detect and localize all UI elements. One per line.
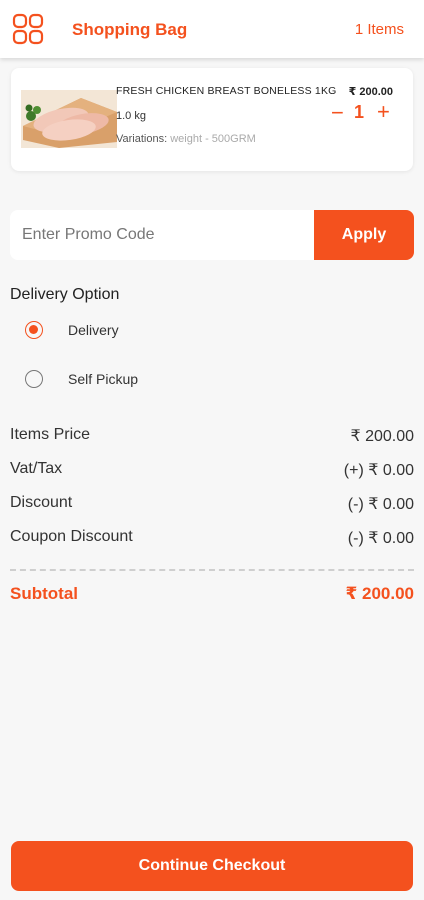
decrease-quantity-button[interactable]: − [331,102,344,124]
product-price: ₹ 200.00 [348,86,393,98]
radio-selected-icon[interactable] [25,321,43,339]
summary-value: (-) ₹ 0.00 [347,530,414,547]
subtotal-label: Subtotal [10,584,78,603]
summary-label: Discount [10,494,73,511]
item-count-badge: 1 Items [354,21,404,38]
summary-value: ₹ 200.00 [350,428,414,445]
subtotal-value: ₹ 200.00 [345,584,414,603]
delivery-option-self-pickup[interactable]: Self Pickup [25,370,138,388]
delivery-option-label: Delivery [68,322,119,338]
summary-row-discount: Discount (-) ₹ 0.00 [10,494,414,514]
summary-row-coupon-discount: Coupon Discount (-) ₹ 0.00 [10,528,414,548]
continue-checkout-button[interactable]: Continue Checkout [11,841,413,891]
cart-item-card: FRESH CHICKEN BREAST BONELESS 1KG ₹ 200.… [11,68,413,171]
summary-divider [10,569,414,571]
variation-label: Variations: [116,133,168,145]
delivery-option-title: Delivery Option [10,286,120,303]
grid-menu-icon[interactable] [12,13,44,45]
delivery-option-delivery[interactable]: Delivery [25,321,119,339]
apply-promo-button[interactable]: Apply [314,210,414,260]
page-title: Shopping Bag [72,20,188,39]
quantity-value: 1 [354,102,365,122]
summary-row-vat-tax: Vat/Tax (+) ₹ 0.00 [10,460,414,480]
summary-label: Coupon Discount [10,528,133,545]
promo-code-input[interactable] [10,210,314,260]
promo-code-box [10,210,314,260]
delivery-option-label: Self Pickup [68,371,139,387]
variation-value: weight - 500GRM [170,133,256,145]
subtotal-row: Subtotal ₹ 200.00 [10,584,414,604]
product-weight: 1.0 kg [116,110,146,122]
product-image[interactable] [21,90,117,148]
summary-label: Items Price [10,426,91,443]
product-name: FRESH CHICKEN BREAST BONELESS 1KG [116,85,337,97]
summary-value: (+) ₹ 0.00 [343,462,414,479]
summary-label: Vat/Tax [10,460,63,477]
summary-value: (-) ₹ 0.00 [347,496,414,513]
app-header: Shopping Bag 1 Items [0,0,424,58]
increase-quantity-button[interactable]: + [377,101,390,123]
radio-unselected-icon[interactable] [25,370,43,388]
summary-row-items-price: Items Price ₹ 200.00 [10,426,414,446]
product-variation: Variations: weight - 500GRM [116,133,256,145]
